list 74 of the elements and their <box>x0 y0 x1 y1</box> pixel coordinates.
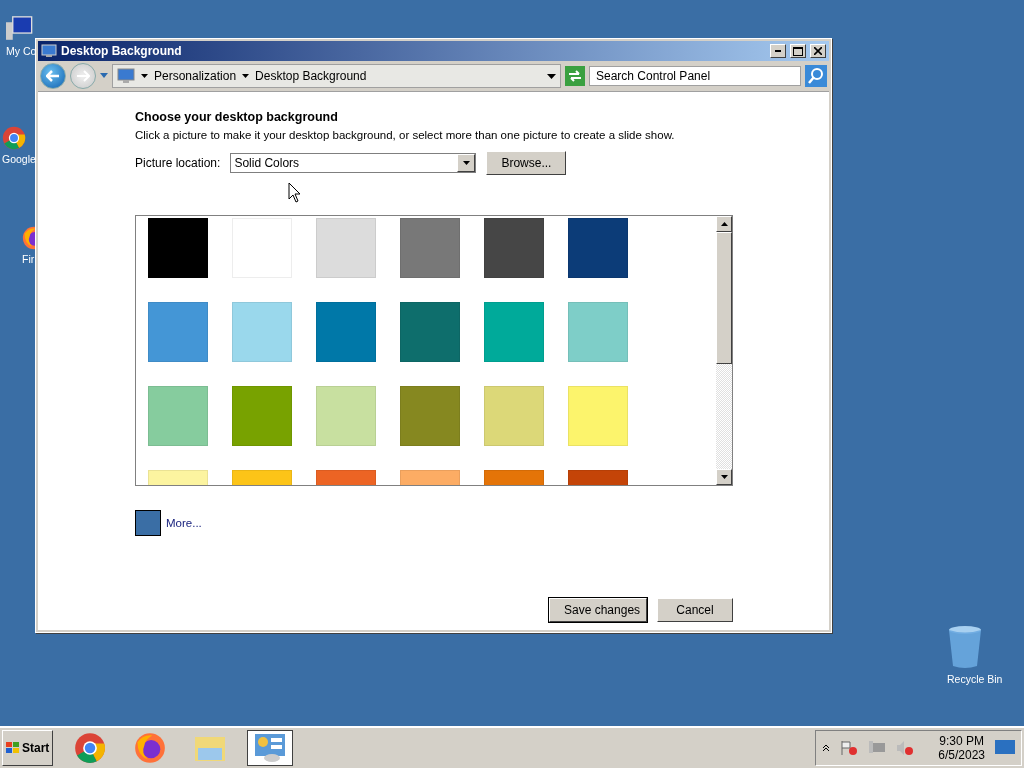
breadcrumb-item[interactable]: Desktop Background <box>255 69 367 83</box>
color-swatch[interactable] <box>568 386 628 446</box>
taskbar-app[interactable] <box>247 730 294 766</box>
firefox-icon <box>134 732 167 764</box>
heading: Choose your desktop background <box>135 110 339 124</box>
chrome-icon <box>2 126 26 150</box>
show-desktop-icon[interactable] <box>995 740 1015 756</box>
color-swatch[interactable] <box>148 386 208 446</box>
control-panel-icon <box>254 733 287 763</box>
scroll-up-button[interactable] <box>716 216 732 232</box>
monitor-icon <box>117 68 135 84</box>
picture-location-label: Picture location: <box>135 156 221 170</box>
color-swatch[interactable] <box>148 218 208 278</box>
caret-up-icon <box>720 222 728 226</box>
more-link[interactable]: More... <box>166 517 202 529</box>
clock[interactable]: 9:30 PM 6/5/2023 <box>938 734 985 762</box>
color-swatch[interactable] <box>568 302 628 362</box>
caret-icon[interactable] <box>242 74 250 78</box>
chevron-up-icon[interactable] <box>822 744 831 752</box>
desktop-icon-label[interactable]: Recycle Bin <box>947 673 1003 685</box>
start-logo-icon <box>6 742 20 754</box>
recycle-bin-icon <box>947 624 983 670</box>
start-button[interactable]: Start <box>2 730 54 766</box>
search-icon[interactable] <box>805 65 827 87</box>
minimize-icon <box>775 50 781 52</box>
mouse-cursor-icon <box>288 182 301 203</box>
browse-button[interactable]: Browse... <box>486 151 567 175</box>
color-swatch[interactable] <box>148 302 208 362</box>
color-swatch[interactable] <box>316 302 376 362</box>
color-swatch[interactable] <box>232 386 292 446</box>
breadcrumb-item[interactable]: Personalization <box>154 69 237 83</box>
network-icon[interactable] <box>868 740 887 756</box>
caret-icon[interactable] <box>547 73 556 79</box>
caret-down-icon <box>720 475 728 479</box>
speaker-muted-icon[interactable] <box>896 740 915 756</box>
arrow-left-icon <box>46 70 60 82</box>
picture-location-dropdown[interactable]: Solid Colors <box>230 153 477 173</box>
close-button[interactable] <box>810 44 826 58</box>
scroll-down-button[interactable] <box>716 469 732 485</box>
flag-error-icon[interactable] <box>840 740 859 756</box>
computer-icon <box>6 16 33 42</box>
color-swatch[interactable] <box>400 302 460 362</box>
color-swatch[interactable] <box>316 218 376 278</box>
maximize-icon <box>793 46 803 56</box>
caret-icon[interactable] <box>141 74 148 78</box>
search-field[interactable]: Search Control Panel <box>589 66 801 86</box>
color-swatch[interactable] <box>135 510 161 536</box>
desktop-icon-label[interactable]: Google <box>2 153 36 165</box>
scrollbar[interactable] <box>716 216 732 485</box>
chrome-icon <box>74 732 107 764</box>
address-bar[interactable]: Personalization Desktop Background <box>112 64 561 88</box>
back-button[interactable] <box>40 63 66 89</box>
save-button[interactable]: Save changes <box>549 598 647 622</box>
color-swatch[interactable] <box>316 386 376 446</box>
color-swatch[interactable] <box>568 218 628 278</box>
maximize-button[interactable] <box>790 44 806 58</box>
color-swatch[interactable] <box>484 218 544 278</box>
folder-icon <box>194 734 227 762</box>
cancel-button[interactable]: Cancel <box>657 598 733 622</box>
minimize-button[interactable] <box>770 44 786 58</box>
refresh-icon[interactable] <box>565 66 585 86</box>
arrow-right-icon <box>76 70 90 82</box>
description: Click a picture to make it your desktop background, or select more than one picture to create a slide show. <box>135 129 676 141</box>
window-title: Desktop Background <box>61 44 183 58</box>
close-icon <box>814 47 822 55</box>
color-swatch[interactable] <box>400 386 460 446</box>
color-swatch[interactable] <box>232 302 292 362</box>
color-swatch[interactable] <box>484 386 544 446</box>
monitor-icon <box>41 44 57 58</box>
forward-button[interactable] <box>70 63 96 89</box>
scroll-thumb[interactable] <box>716 232 732 364</box>
desktop-icon-label[interactable]: Fir <box>22 253 35 265</box>
color-swatch[interactable] <box>400 218 460 278</box>
color-swatch[interactable] <box>484 302 544 362</box>
